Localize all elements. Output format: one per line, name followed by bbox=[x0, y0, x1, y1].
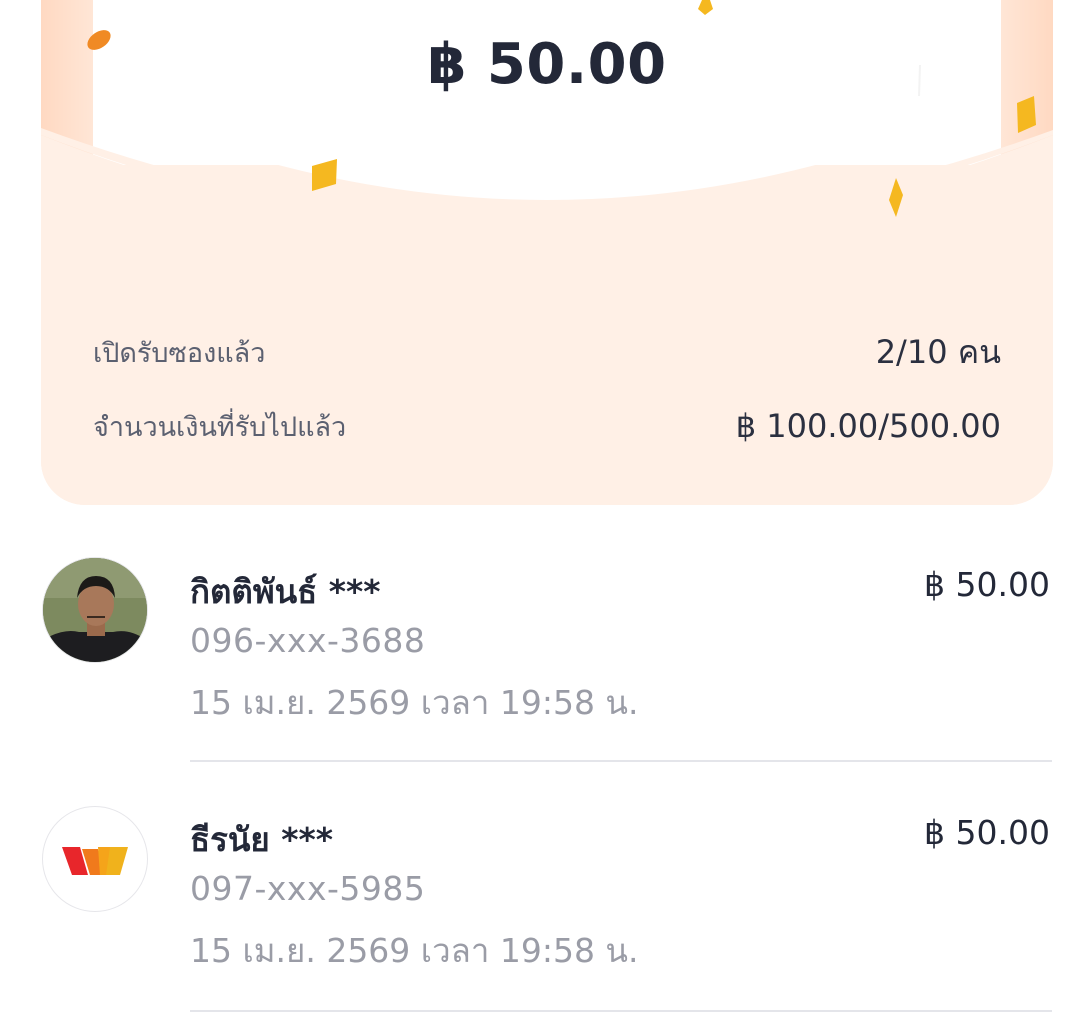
red-envelope-detail-screen: ฿ 50.00 เปิดรับซองแล้ว 2/10 คน จำนวนเงิน… bbox=[0, 0, 1080, 1014]
opened-count-row: เปิดรับซองแล้ว 2/10 คน bbox=[93, 330, 1001, 374]
avatar bbox=[42, 557, 148, 663]
recipient-phone: 096-xxx-3688 bbox=[190, 621, 426, 660]
opened-count-value: 2/10 คน bbox=[875, 332, 1001, 371]
recipient-amount: ฿ 50.00 bbox=[924, 813, 1050, 852]
envelope-amount: ฿ 50.00 bbox=[427, 32, 667, 97]
received-amount-label: จำนวนเงินที่รับไปแล้ว bbox=[93, 411, 347, 443]
recipient-name: ธีรนัย *** bbox=[190, 820, 334, 859]
recipient-time: 15 เม.ย. 2569 เวลา 19:58 น. bbox=[190, 931, 639, 970]
list-item[interactable]: กิตติพันธ์ *** ฿ 50.00 096-xxx-3688 15 เ… bbox=[0, 535, 1080, 785]
recipient-time: 15 เม.ย. 2569 เวลา 19:58 น. bbox=[190, 683, 639, 722]
divider bbox=[190, 1010, 1052, 1012]
opened-count-label: เปิดรับซองแล้ว bbox=[93, 337, 266, 369]
star-confetti-icon bbox=[698, 0, 713, 15]
recipient-amount: ฿ 50.00 bbox=[924, 565, 1050, 604]
avatar bbox=[42, 806, 148, 912]
received-amount-value: ฿ 100.00/500.00 bbox=[735, 407, 1001, 445]
recipient-name: กิตติพันธ์ *** bbox=[190, 572, 381, 611]
confetti-icon bbox=[1017, 96, 1036, 133]
list-item[interactable]: ธีรนัย *** ฿ 50.00 097-xxx-5985 15 เม.ย.… bbox=[0, 785, 1080, 1014]
divider bbox=[190, 760, 1052, 762]
recipient-phone: 097-xxx-5985 bbox=[190, 869, 426, 908]
truemoney-logo-icon bbox=[62, 847, 128, 875]
envelope-summary-card: ฿ 50.00 เปิดรับซองแล้ว 2/10 คน จำนวนเงิน… bbox=[41, 0, 1053, 505]
confetti-icon bbox=[312, 159, 337, 191]
user-photo-icon bbox=[43, 558, 147, 662]
received-amount-row: จำนวนเงินที่รับไปแล้ว ฿ 100.00/500.00 bbox=[93, 404, 1001, 448]
